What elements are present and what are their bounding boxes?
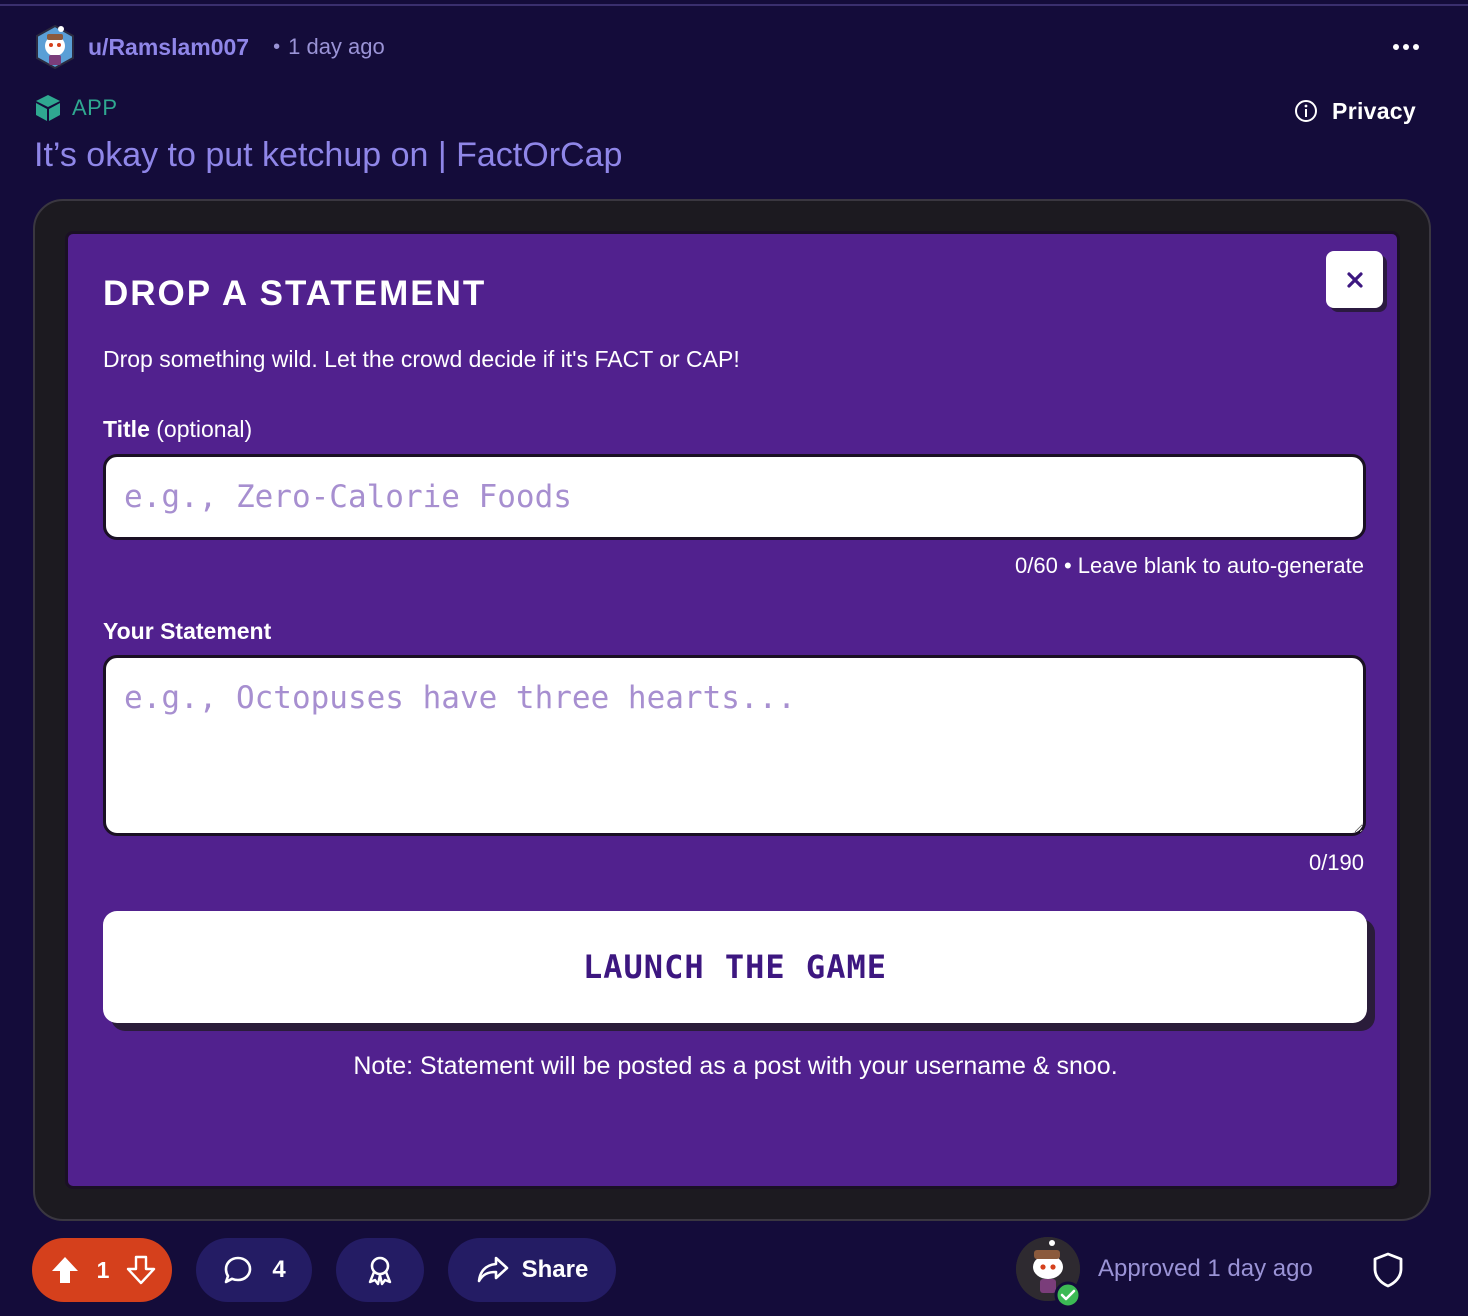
more-options-icon (1393, 44, 1419, 50)
award-icon (368, 1256, 392, 1286)
approved-check-icon (1054, 1281, 1082, 1309)
info-icon (1295, 100, 1318, 122)
app-badge: APP (34, 92, 118, 124)
share-icon (477, 1256, 508, 1283)
title-label-optional: (optional) (149, 416, 253, 442)
post-header: u/Ramslam007 • 1 day ago (34, 22, 1434, 72)
title-label-bold: Title (103, 416, 150, 442)
approved-text: Approved 1 day ago (1098, 1255, 1313, 1282)
privacy-label: Privacy (1332, 97, 1416, 124)
comments-button[interactable]: 4 (196, 1238, 312, 1302)
post-author-link[interactable]: u/Ramslam007 (88, 34, 249, 61)
mod-actions-button[interactable] (1370, 1251, 1406, 1289)
drop-statement-modal: DROP A STATEMENT Drop something wild. Le… (65, 231, 1400, 1189)
vote-count: 1 (96, 1256, 110, 1283)
upvote-icon (52, 1257, 78, 1283)
statement-field-label: Your Statement (103, 618, 272, 644)
close-button[interactable] (1326, 251, 1383, 308)
comment-icon (225, 1256, 252, 1284)
post-timestamp: 1 day ago (288, 34, 385, 59)
launch-game-button[interactable]: LAUNCH THE GAME (103, 911, 1367, 1023)
title-field-label: Title (optional) (103, 416, 252, 443)
user-avatar-icon[interactable] (34, 24, 76, 70)
app-label: APP (72, 95, 118, 120)
modal-description: Drop something wild. Let the crowd decid… (103, 346, 740, 372)
downvote-icon (126, 1255, 156, 1285)
share-button[interactable]: Share (448, 1238, 616, 1302)
meta-separator: • (273, 35, 281, 58)
mod-shield-icon (1373, 1252, 1403, 1288)
statement-textarea[interactable] (103, 655, 1366, 836)
award-button[interactable] (336, 1238, 424, 1302)
top-divider (0, 0, 1468, 6)
app-cube-icon (36, 95, 60, 121)
posting-note: Note: Statement will be posted as a post… (353, 1052, 1118, 1080)
title-input[interactable] (103, 454, 1366, 540)
modal-heading: DROP A STATEMENT (103, 274, 487, 313)
approval-status: Approved 1 day ago (1016, 1232, 1313, 1309)
downvote-button[interactable] (126, 1255, 156, 1285)
post-title[interactable]: It’s okay to put ketchup on | FactOrCap (34, 136, 622, 175)
privacy-button[interactable]: Privacy (1294, 94, 1416, 128)
comment-count: 4 (272, 1256, 286, 1283)
statement-char-counter: 0/190 (1308, 850, 1364, 875)
share-label: Share (521, 1256, 589, 1283)
vote-control: 1 (32, 1238, 172, 1302)
upvote-button[interactable] (50, 1255, 80, 1285)
close-icon (1346, 271, 1363, 288)
title-helper-text: 0/60 • Leave blank to auto-generate (1015, 553, 1364, 578)
more-options-button[interactable] (1388, 32, 1424, 62)
moderator-avatar (1016, 1237, 1082, 1309)
